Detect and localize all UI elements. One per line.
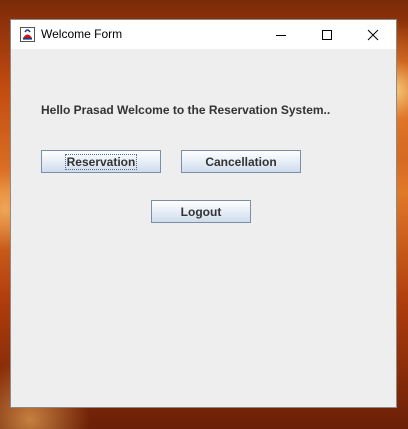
- welcome-form-window: Welcome Form Hello Prasad Welcome to the…: [10, 19, 397, 408]
- logout-button-label: Logout: [180, 204, 222, 219]
- close-icon: [367, 29, 379, 40]
- minimize-button[interactable]: [258, 20, 304, 49]
- window-title: Welcome Form: [41, 27, 123, 41]
- maximize-icon: [322, 29, 332, 40]
- reservation-button[interactable]: Reservation: [41, 150, 161, 173]
- reservation-button-label: Reservation: [64, 153, 138, 170]
- maximize-button[interactable]: [304, 20, 350, 49]
- cancellation-button-label: Cancellation: [205, 154, 277, 169]
- close-button[interactable]: [350, 20, 396, 49]
- cancellation-button[interactable]: Cancellation: [181, 150, 301, 173]
- minimize-icon: [276, 34, 286, 36]
- logout-button[interactable]: Logout: [151, 200, 251, 223]
- java-app-icon: [20, 27, 35, 42]
- title-bar[interactable]: Welcome Form: [11, 20, 396, 49]
- welcome-message: Hello Prasad Welcome to the Reservation …: [41, 103, 331, 117]
